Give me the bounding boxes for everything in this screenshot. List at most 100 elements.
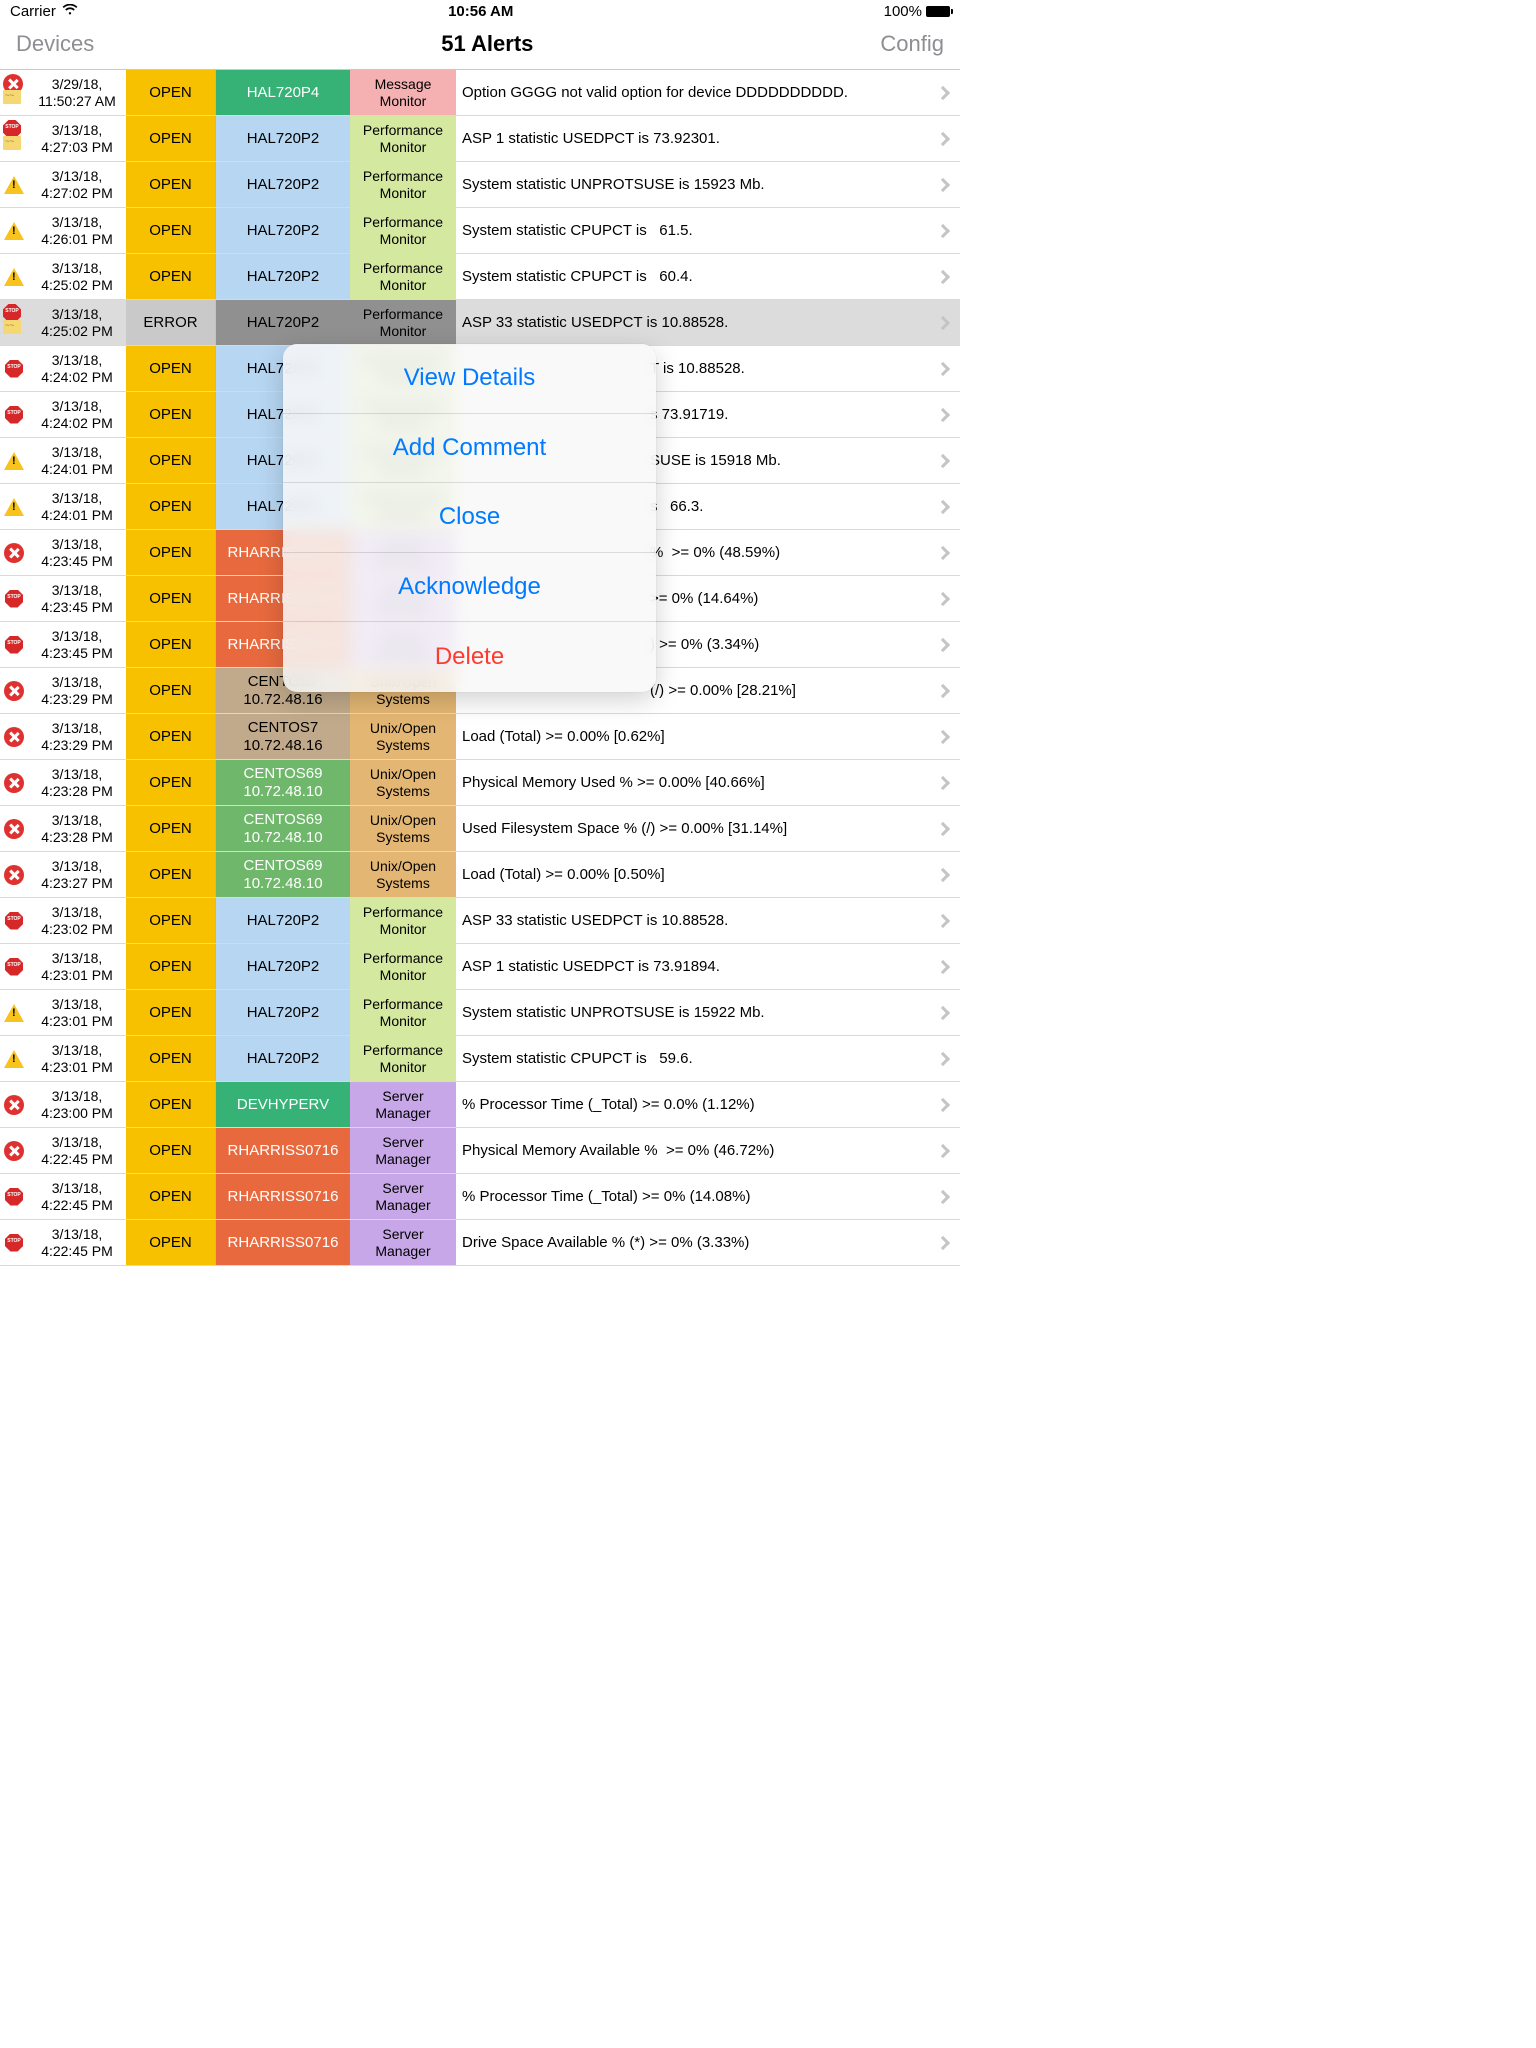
status-cell: OPEN <box>126 1220 216 1265</box>
monitor-cell: MessageMonitor <box>350 70 456 115</box>
action-sheet: View Details Add Comment Close Acknowled… <box>283 344 656 692</box>
detail-disclosure[interactable] <box>926 346 960 391</box>
message-cell: Load (Total) >= 0.00% [0.62%] <box>456 714 926 759</box>
devices-button[interactable]: Devices <box>16 31 94 57</box>
chevron-right-icon <box>936 545 950 559</box>
alert-row[interactable]: 3/13/18,4:23:29 PMOPENCENTOS710.72.48.16… <box>0 714 960 760</box>
detail-disclosure[interactable] <box>926 208 960 253</box>
error-icon <box>4 681 24 701</box>
timestamp-cell: 3/13/18,4:23:01 PM <box>28 1036 126 1081</box>
alert-row[interactable]: 3/13/18,4:23:01 PMOPENHAL720P2Performanc… <box>0 944 960 990</box>
timestamp-cell: 3/13/18,4:24:02 PM <box>28 346 126 391</box>
detail-disclosure[interactable] <box>926 1036 960 1081</box>
detail-disclosure[interactable] <box>926 852 960 897</box>
acknowledge-button[interactable]: Acknowledge <box>283 553 656 623</box>
note-icon <box>3 320 21 334</box>
detail-disclosure[interactable] <box>926 254 960 299</box>
detail-disclosure[interactable] <box>926 392 960 437</box>
host-cell: CENTOS710.72.48.16 <box>216 714 350 759</box>
delete-button[interactable]: Delete <box>283 622 656 692</box>
close-alert-button[interactable]: Close <box>283 483 656 553</box>
chevron-right-icon <box>936 729 950 743</box>
detail-disclosure[interactable] <box>926 714 960 759</box>
chevron-right-icon <box>936 1235 950 1249</box>
detail-disclosure[interactable] <box>926 484 960 529</box>
detail-disclosure[interactable] <box>926 622 960 667</box>
detail-disclosure[interactable] <box>926 990 960 1035</box>
timestamp-cell: 3/13/18,4:27:03 PM <box>28 116 126 161</box>
alert-row[interactable]: 3/13/18,4:23:27 PMOPENCENTOS6910.72.48.1… <box>0 852 960 898</box>
message-cell: System statistic CPUPCT is 61.5. <box>456 208 926 253</box>
error-icon <box>4 819 24 839</box>
detail-disclosure[interactable] <box>926 1220 960 1265</box>
config-button[interactable]: Config <box>880 31 944 57</box>
alert-row[interactable]: 3/13/18,4:23:01 PMOPENHAL720P2Performanc… <box>0 1036 960 1082</box>
severity-cell <box>0 944 28 989</box>
view-details-button[interactable]: View Details <box>283 344 656 414</box>
alert-row[interactable]: 3/29/18,11:50:27 AMOPENHAL720P4MessageMo… <box>0 70 960 116</box>
alert-row[interactable]: 3/13/18,4:22:45 PMOPENRHARRISS0716Server… <box>0 1174 960 1220</box>
detail-disclosure[interactable] <box>926 530 960 575</box>
chevron-right-icon <box>936 637 950 651</box>
detail-disclosure[interactable] <box>926 1082 960 1127</box>
stop-icon <box>5 360 23 378</box>
timestamp-cell: 3/13/18,4:23:29 PM <box>28 668 126 713</box>
alert-row[interactable]: 3/13/18,4:23:00 PMOPENDEVHYPERVServerMan… <box>0 1082 960 1128</box>
alert-row[interactable]: 3/13/18,4:22:45 PMOPENRHARRISS0716Server… <box>0 1220 960 1266</box>
host-cell: CENTOS6910.72.48.10 <box>216 760 350 805</box>
host-cell: HAL720P2 <box>216 300 350 345</box>
severity-cell <box>0 1036 28 1081</box>
alert-row[interactable]: 3/13/18,4:23:28 PMOPENCENTOS6910.72.48.1… <box>0 760 960 806</box>
page-title: 51 Alerts <box>441 31 533 57</box>
severity-cell <box>0 760 28 805</box>
alert-row[interactable]: 3/13/18,4:25:02 PMERRORHAL720P2Performan… <box>0 300 960 346</box>
chevron-right-icon <box>936 1143 950 1157</box>
detail-disclosure[interactable] <box>926 576 960 621</box>
host-cell: HAL720P2 <box>216 254 350 299</box>
detail-disclosure[interactable] <box>926 116 960 161</box>
detail-disclosure[interactable] <box>926 70 960 115</box>
alert-row[interactable]: 3/13/18,4:23:02 PMOPENHAL720P2Performanc… <box>0 898 960 944</box>
severity-cell <box>0 346 28 391</box>
alert-row[interactable]: 3/13/18,4:26:01 PMOPENHAL720P2Performanc… <box>0 208 960 254</box>
detail-disclosure[interactable] <box>926 668 960 713</box>
host-cell: HAL720P2 <box>216 1036 350 1081</box>
host-cell: RHARRISS0716 <box>216 1174 350 1219</box>
severity-cell <box>0 898 28 943</box>
detail-disclosure[interactable] <box>926 806 960 851</box>
detail-disclosure[interactable] <box>926 300 960 345</box>
detail-disclosure[interactable] <box>926 1174 960 1219</box>
detail-disclosure[interactable] <box>926 438 960 483</box>
timestamp-cell: 3/13/18,4:27:02 PM <box>28 162 126 207</box>
monitor-cell: Unix/OpenSystems <box>350 760 456 805</box>
battery-percent: 100% <box>884 3 922 20</box>
message-cell: System statistic CPUPCT is 60.4. <box>456 254 926 299</box>
alert-row[interactable]: 3/13/18,4:22:45 PMOPENRHARRISS0716Server… <box>0 1128 960 1174</box>
add-comment-button[interactable]: Add Comment <box>283 414 656 484</box>
alert-row[interactable]: 3/13/18,4:23:28 PMOPENCENTOS6910.72.48.1… <box>0 806 960 852</box>
timestamp-cell: 3/29/18,11:50:27 AM <box>28 70 126 115</box>
detail-disclosure[interactable] <box>926 162 960 207</box>
message-cell: ASP 33 statistic USEDPCT is 10.88528. <box>456 898 926 943</box>
severity-cell <box>0 254 28 299</box>
alert-row[interactable]: 3/13/18,4:25:02 PMOPENHAL720P2Performanc… <box>0 254 960 300</box>
alert-row[interactable]: 3/13/18,4:23:01 PMOPENHAL720P2Performanc… <box>0 990 960 1036</box>
detail-disclosure[interactable] <box>926 760 960 805</box>
alert-row[interactable]: 3/13/18,4:27:02 PMOPENHAL720P2Performanc… <box>0 162 960 208</box>
severity-cell <box>0 438 28 483</box>
detail-disclosure[interactable] <box>926 1128 960 1173</box>
timestamp-cell: 3/13/18,4:25:02 PM <box>28 254 126 299</box>
severity-cell <box>0 162 28 207</box>
timestamp-cell: 3/13/18,4:23:29 PM <box>28 714 126 759</box>
error-icon <box>4 1141 24 1161</box>
timestamp-cell: 3/13/18,4:22:45 PM <box>28 1128 126 1173</box>
host-cell: DEVHYPERV <box>216 1082 350 1127</box>
status-cell: OPEN <box>126 944 216 989</box>
detail-disclosure[interactable] <box>926 944 960 989</box>
note-icon <box>3 90 21 104</box>
monitor-cell: ServerManager <box>350 1082 456 1127</box>
detail-disclosure[interactable] <box>926 898 960 943</box>
status-cell: OPEN <box>126 70 216 115</box>
chevron-right-icon <box>936 223 950 237</box>
alert-row[interactable]: 3/13/18,4:27:03 PMOPENHAL720P2Performanc… <box>0 116 960 162</box>
